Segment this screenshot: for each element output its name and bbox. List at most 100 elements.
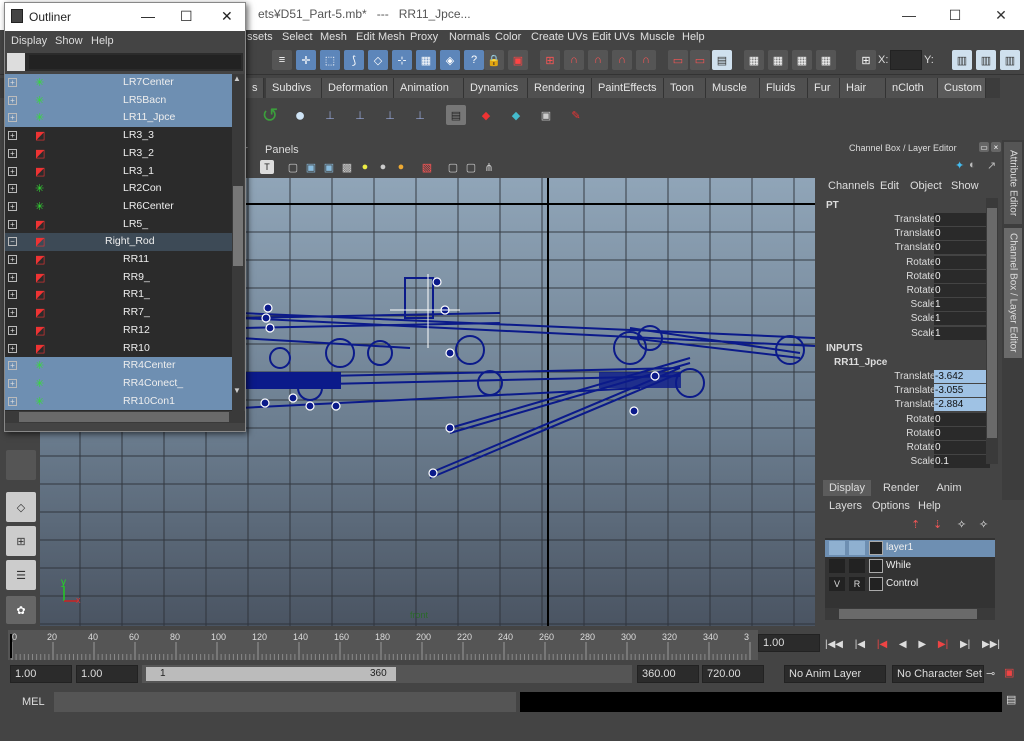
- tab-dynamics[interactable]: Dynamics: [464, 78, 528, 98]
- attribute-editor-tab[interactable]: Attribute Editor: [1004, 142, 1022, 224]
- outliner-item[interactable]: + ◩ LR3_2: [5, 145, 232, 163]
- outliner-show-menu[interactable]: Show: [55, 35, 83, 47]
- channel-value[interactable]: -2.884: [934, 398, 990, 412]
- expand-icon[interactable]: +: [8, 378, 17, 388]
- tab-subdivs[interactable]: Subdivs: [266, 78, 322, 98]
- paint-icon[interactable]: ✎: [566, 105, 586, 125]
- new-layer-selected-icon[interactable]: ✧: [979, 518, 988, 531]
- channel-row[interactable]: Scale Y1: [823, 312, 993, 326]
- channel-value[interactable]: 0: [934, 412, 990, 426]
- outliner-item[interactable]: + ◩ RR1_: [5, 286, 232, 304]
- outliner-item[interactable]: + ✳ RR4Center: [5, 357, 232, 375]
- visibility-toggle[interactable]: [829, 541, 845, 555]
- tab-surfaces[interactable]: s: [246, 78, 264, 98]
- layer-color-swatch[interactable]: [869, 559, 883, 573]
- channel-row[interactable]: Scale X 0.1: [823, 455, 993, 469]
- channel-row[interactable]: Translate Z0: [823, 241, 993, 255]
- default-light-icon[interactable]: ●: [376, 160, 390, 174]
- sphere-icon[interactable]: ●: [290, 105, 310, 125]
- render-settings-icon[interactable]: ▦: [816, 50, 836, 70]
- play-forward-icon[interactable]: ▶: [918, 639, 926, 650]
- channel-row[interactable]: Scale X1: [823, 298, 993, 312]
- menu-edit-uvs[interactable]: Edit UVs: [592, 31, 635, 43]
- visibility-toggle[interactable]: V: [829, 577, 845, 591]
- step-forward-key-icon[interactable]: ▶|: [960, 639, 970, 650]
- start-time-field[interactable]: 1.00: [10, 665, 72, 683]
- play-back-icon[interactable]: ◀: [899, 639, 907, 650]
- tab-rendering[interactable]: Rendering: [528, 78, 592, 98]
- time-slider[interactable]: 0 20 40 60 80 100 120 140 160 180 200 220 240 260 280 3…: [0, 628, 1024, 660]
- expand-icon[interactable]: +: [8, 131, 17, 141]
- channel-value[interactable]: 1: [934, 298, 990, 312]
- lock-icon[interactable]: 🔒: [484, 50, 504, 70]
- playback-start-field[interactable]: 1.00: [76, 665, 138, 683]
- outliner-scroll-thumb[interactable]: [233, 186, 243, 266]
- expand-icon[interactable]: +: [8, 272, 17, 282]
- snap-point-icon[interactable]: ∩: [588, 50, 608, 70]
- expand-icon[interactable]: +: [8, 290, 17, 300]
- close-panel-icon[interactable]: ×: [991, 142, 1001, 152]
- expand-icon[interactable]: −: [8, 237, 17, 247]
- history-icon[interactable]: ▭: [690, 50, 710, 70]
- show-menu[interactable]: Show: [951, 180, 979, 192]
- checker-icon[interactable]: ▩: [340, 160, 354, 174]
- channel-value[interactable]: 0: [934, 241, 990, 255]
- outliner-item[interactable]: + ✳ RR4Conect_: [5, 374, 232, 393]
- share-icon[interactable]: ⋔: [482, 160, 496, 174]
- channel-value[interactable]: -3.642: [934, 370, 990, 383]
- menu-edit-mesh[interactable]: Edit Mesh: [356, 31, 405, 43]
- outliner-minimize-button[interactable]: —: [141, 8, 155, 24]
- highlight-icon[interactable]: ▣: [508, 50, 528, 70]
- command-input[interactable]: [54, 692, 516, 712]
- channel-value[interactable]: 0: [934, 255, 990, 269]
- minimize-button[interactable]: —: [886, 0, 932, 30]
- edit-menu[interactable]: Edit: [880, 180, 899, 192]
- channel-row[interactable]: Translate Y0: [823, 227, 993, 241]
- tab-display[interactable]: Display: [823, 480, 871, 496]
- range-handle[interactable]: 1 360: [146, 667, 396, 681]
- layer-row[interactable]: While: [825, 558, 995, 575]
- shadow-icon[interactable]: ●: [394, 160, 408, 174]
- script-icon[interactable]: ▤: [446, 105, 466, 125]
- select-component-icon[interactable]: ⟆: [344, 50, 364, 70]
- menu-muscle[interactable]: Muscle: [640, 31, 675, 43]
- go-start-icon[interactable]: |◀◀: [825, 639, 843, 650]
- outliner-display-menu[interactable]: Display: [11, 35, 47, 47]
- character-set-dropdown[interactable]: No Character Set: [892, 665, 984, 683]
- render-view-icon[interactable]: ▦: [744, 50, 764, 70]
- expand-icon[interactable]: +: [8, 95, 17, 105]
- go-end-icon[interactable]: ▶▶|: [982, 639, 1000, 650]
- expand-icon[interactable]: +: [8, 325, 17, 335]
- outliner-item[interactable]: + ✳ LR2Con: [5, 180, 232, 198]
- channel-box-toggle-icon[interactable]: ▥: [1000, 50, 1020, 70]
- outliner-list[interactable]: + ✳ LR7Center + ✳ LR5Bacn + ✳ LR11_Jpce + ◩ LR3_3 + ◩…: [5, 74, 232, 411]
- attribute-editor-toggle-icon[interactable]: ▥: [952, 50, 972, 70]
- channel-value[interactable]: 0: [934, 227, 990, 241]
- channel-value[interactable]: -3.055: [934, 384, 990, 398]
- channel-scrollbar[interactable]: [986, 198, 998, 464]
- anim-layer-dropdown[interactable]: No Anim Layer: [784, 665, 886, 683]
- expand-icon[interactable]: +: [8, 308, 17, 318]
- expand-icon[interactable]: +: [8, 255, 17, 264]
- outliner-item[interactable]: + ✳ LR7Center: [5, 74, 232, 92]
- tab-muscle[interactable]: Muscle: [706, 78, 760, 98]
- mask-joint-icon[interactable]: ⊹: [392, 50, 412, 70]
- outliner-view-icon[interactable]: ☰: [6, 560, 36, 590]
- outliner-item[interactable]: + ◩ RR9_: [5, 269, 232, 287]
- x-field[interactable]: [890, 50, 922, 70]
- cluster-icon[interactable]: ⊥: [320, 105, 340, 125]
- outliner-item[interactable]: + ✳ RR10Con1: [5, 392, 232, 411]
- panel-menu-panels[interactable]: Panels: [265, 144, 299, 156]
- expand-icon[interactable]: +: [8, 113, 17, 123]
- expand-icon[interactable]: +: [8, 343, 17, 353]
- xray-icon[interactable]: ▧: [420, 160, 434, 174]
- input-mode-icon[interactable]: ⊞: [856, 50, 876, 70]
- menu-proxy[interactable]: Proxy: [410, 31, 438, 43]
- tab-render[interactable]: Render: [875, 480, 927, 496]
- tab-fluids[interactable]: Fluids: [760, 78, 808, 98]
- channel-value[interactable]: 1: [934, 326, 990, 340]
- frame-icon[interactable]: ▢: [464, 160, 478, 174]
- outliner-help-menu[interactable]: Help: [91, 35, 114, 47]
- tab-animation[interactable]: Animation: [394, 78, 464, 98]
- outliner-maximize-button[interactable]: ☐: [180, 8, 193, 25]
